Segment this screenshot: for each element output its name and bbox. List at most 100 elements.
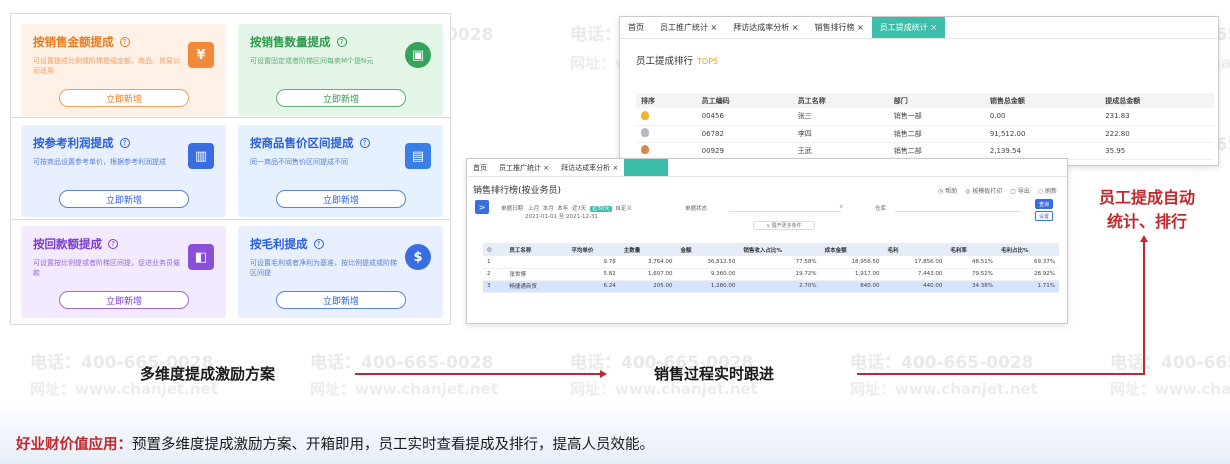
col-header: ◎ <box>483 243 506 256</box>
help-icon[interactable]: ? <box>359 138 370 148</box>
warehouse-label: 仓库 <box>875 206 887 212</box>
card-desc: 可设置固定或者阶梯区间每卖M个提N元 <box>250 57 374 65</box>
cell: 35.95 <box>1100 142 1214 160</box>
card-price-range: 按商品售价区间提成? 同一商品不同售价区间提成不同 ▤ 立即新增 <box>238 125 443 217</box>
table-row[interactable]: 00929 王武 销售二部 2,139.54 35.95 <box>636 142 1214 160</box>
col-header: 毛利率 <box>946 243 997 256</box>
tab-promotion-stats[interactable]: 员工推广统计 × <box>493 159 555 176</box>
flow-arrow-line <box>1143 242 1145 375</box>
table-row[interactable]: 2 张世博 5.82 1,607.00 9,360.00 19.72% 1,91… <box>483 268 1059 281</box>
footer-band: 好业财价值应用：预置多维度提成激励方案、开箱即用，员工实时查看提成及排行，提高人… <box>0 400 1230 464</box>
col-header: 员工名称 <box>792 93 889 108</box>
cell: 李四 <box>792 125 889 143</box>
card-title: 按商品售价区间提成 <box>250 136 354 150</box>
commission-scheme-panel: 按销售金额提成? 可设置提成比例或阶梯提成金额，商品、贸易公司适用 ¥ 立即新增… <box>10 13 451 325</box>
tab-promotion-stats[interactable]: 员工推广统计 × <box>652 17 725 38</box>
add-new-button[interactable]: 立即新增 <box>59 190 189 208</box>
date-filter: 单据日期 上月 本月 本年 近7天 近30天 自定义 <box>501 204 632 212</box>
status-select[interactable] <box>729 211 841 212</box>
help-icon[interactable]: ? <box>108 239 118 249</box>
cell: 91,512.00 <box>984 125 1101 143</box>
warehouse-input[interactable] <box>895 211 1021 212</box>
col-header: 员工编码 <box>696 93 793 108</box>
cell: 1,607.00 <box>619 268 677 281</box>
footer-text: 好业财价值应用：预置多维度提成激励方案、开箱即用，员工实时查看提成及排行，提高人… <box>16 433 654 454</box>
cell: 2,139.54 <box>984 142 1101 160</box>
help-icon[interactable]: ? <box>119 138 130 148</box>
query-button[interactable]: 查询 <box>1035 199 1053 209</box>
col-header: 毛利占比% <box>996 243 1059 256</box>
tab-bar: 首页 员工推广统计 × 拜访达成率分析 × <box>467 159 1067 177</box>
cell: 张世博 <box>505 268 568 281</box>
cell: 77.58% <box>739 256 821 269</box>
cell: 34.38% <box>946 280 997 293</box>
cell: 79.52% <box>946 268 997 281</box>
footer-lead: 好业财价值应用： <box>16 437 132 453</box>
status-label: 单据状态 <box>685 206 708 212</box>
print-button[interactable]: ◎ 按模板打印 <box>965 186 1002 195</box>
col-header: 成本金额 <box>820 243 884 256</box>
card-desc: 可设置毛利或者净利为基准，按比例提成或阶梯区间提 <box>250 259 397 277</box>
refresh-button[interactable]: ○ 刷新 <box>1038 186 1057 195</box>
date-range[interactable]: 2021-01-01 至 2021-12-31 <box>525 212 598 220</box>
settings-button[interactable]: 设置 <box>1035 211 1053 221</box>
toolbar-actions: ◷ 帮助 ◎ 按模板打印 ▢ 导出 ○ 刷新 <box>938 186 1057 195</box>
tab-sales-ranking[interactable]: 销售排行榜 × <box>807 17 872 38</box>
cell: 840.00 <box>820 280 884 293</box>
chart-icon: ▥ <box>188 143 214 169</box>
cell: 00456 <box>696 108 793 126</box>
cell: 3 <box>483 280 506 293</box>
card-gross-profit: 按毛利提成? 可设置毛利或者净利为基准，按比例提成或阶梯区间提 $ 立即新增 <box>238 226 443 318</box>
col-header: 员工名称 <box>505 243 568 256</box>
add-new-button[interactable]: 立即新增 <box>276 190 406 208</box>
add-new-button[interactable]: 立即新增 <box>276 89 406 107</box>
silver-medal-icon <box>641 128 649 137</box>
table-row[interactable]: 06782 李四 销售二部 91,512.00 222.80 <box>636 125 1214 143</box>
expand-arrow-icon[interactable]: > <box>475 200 489 214</box>
tab-visit-rate[interactable]: 拜访达成率分析 × <box>725 17 806 38</box>
cell: 28.92% <box>996 268 1059 281</box>
arrow-up-icon <box>1140 235 1148 242</box>
cell: 6.24 <box>567 280 620 293</box>
chevron-down-icon[interactable]: ∨ <box>839 203 843 210</box>
table-row-selected[interactable]: 3 畅捷通商贸 6.24 205.00 1,280.00 2.70% 840.0… <box>483 280 1059 293</box>
cell: 36,812.50 <box>676 256 740 269</box>
tab-sales-ranking[interactable] <box>624 159 669 176</box>
help-icon[interactable]: ? <box>119 37 130 47</box>
tab-home[interactable]: 首页 <box>467 159 493 176</box>
watermark-site: 网址：www.chanjet.net <box>310 380 498 398</box>
cell: 1,917.00 <box>820 268 884 281</box>
sales-ranking-table: ◎ 员工名称 平均单价 主数量 金额 销售收入占比% 成本金额 毛利 毛利率 毛… <box>483 243 1059 293</box>
card-sales-quantity: 按销售数量提成? 可设置固定或者阶梯区间每卖M个提N元 ▣ 立即新增 <box>238 24 443 116</box>
add-new-button[interactable]: 立即新增 <box>276 291 406 309</box>
flow-arrow-line <box>355 373 600 375</box>
moneybag-icon: $ <box>405 244 431 270</box>
cell: 1.71% <box>996 280 1059 293</box>
cell: 2.70% <box>739 280 821 293</box>
top-tag: TOP5 <box>697 57 719 66</box>
bronze-medal-icon <box>641 145 649 154</box>
tab-home[interactable]: 首页 <box>620 17 652 38</box>
table-header: 排序 员工编码 员工名称 部门 销售总金额 提成总金额 <box>636 93 1214 108</box>
export-button[interactable]: ▢ 导出 <box>1010 186 1030 195</box>
more-conditions-button[interactable]: ∨ 展开更多条件 <box>753 221 815 230</box>
help-icon[interactable]: ? <box>313 239 324 249</box>
cell: 2 <box>483 268 506 281</box>
card-desc: 同一商品不同售价区间提成不同 <box>250 158 348 166</box>
col-header: 金额 <box>676 243 740 256</box>
tab-commission-stats[interactable]: 员工提成统计 × <box>871 17 945 38</box>
table-row[interactable]: 00456 张三 销售一部 0.00 231.83 <box>636 108 1214 126</box>
filter-label: 单据日期 <box>501 206 524 212</box>
table-row[interactable]: 1 9.78 3,764.00 36,812.50 77.58% 18,956.… <box>483 256 1059 269</box>
cell: 19.72% <box>739 268 821 281</box>
help-button[interactable]: ◷ 帮助 <box>938 186 957 195</box>
add-new-button[interactable]: 立即新增 <box>59 291 189 309</box>
help-icon[interactable]: ? <box>336 37 347 47</box>
filter-option[interactable]: 自定义 <box>615 206 632 212</box>
add-new-button[interactable]: 立即新增 <box>59 89 189 107</box>
col-header: 平均单价 <box>567 243 620 256</box>
cell: 18,956.50 <box>820 256 884 269</box>
watermark-phone: 电话：400-665-0028 <box>1110 353 1230 373</box>
flow-step-1: 多维度提成激励方案 <box>140 365 276 383</box>
tab-visit-rate[interactable]: 拜访达成率分析 × <box>555 159 624 176</box>
